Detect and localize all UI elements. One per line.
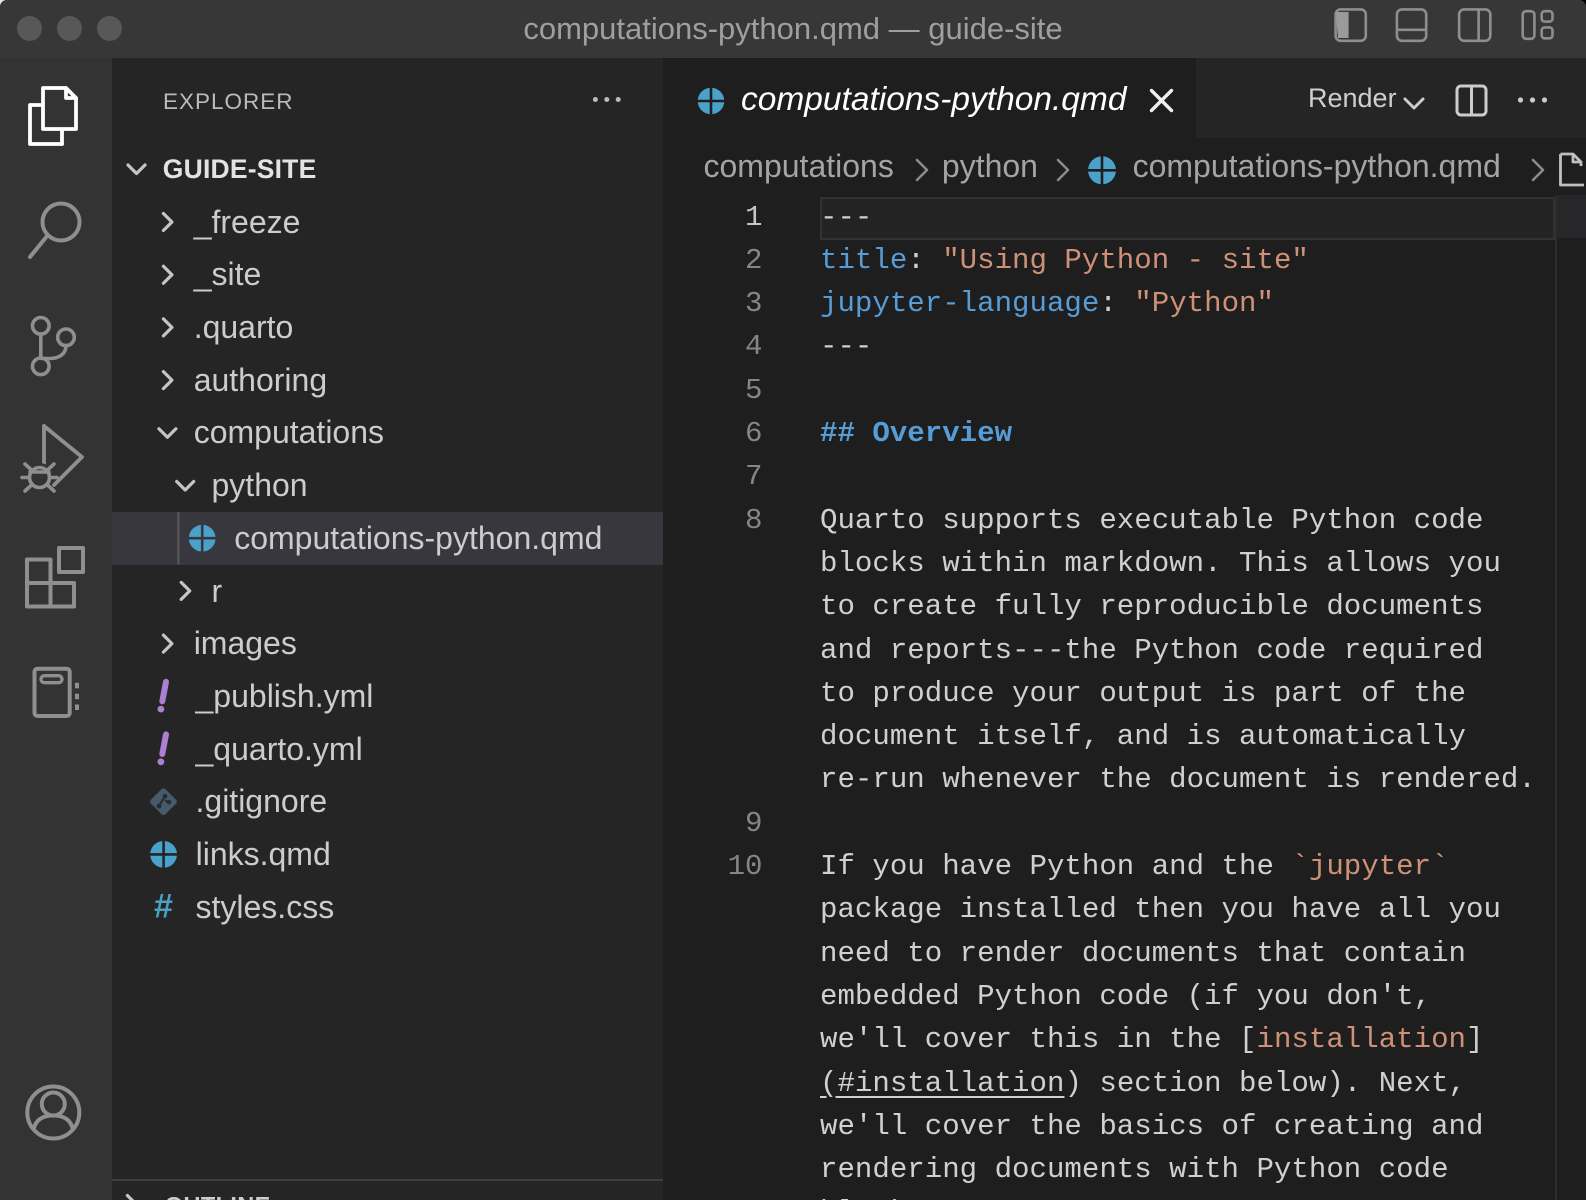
svg-text:#: # xyxy=(154,888,173,926)
